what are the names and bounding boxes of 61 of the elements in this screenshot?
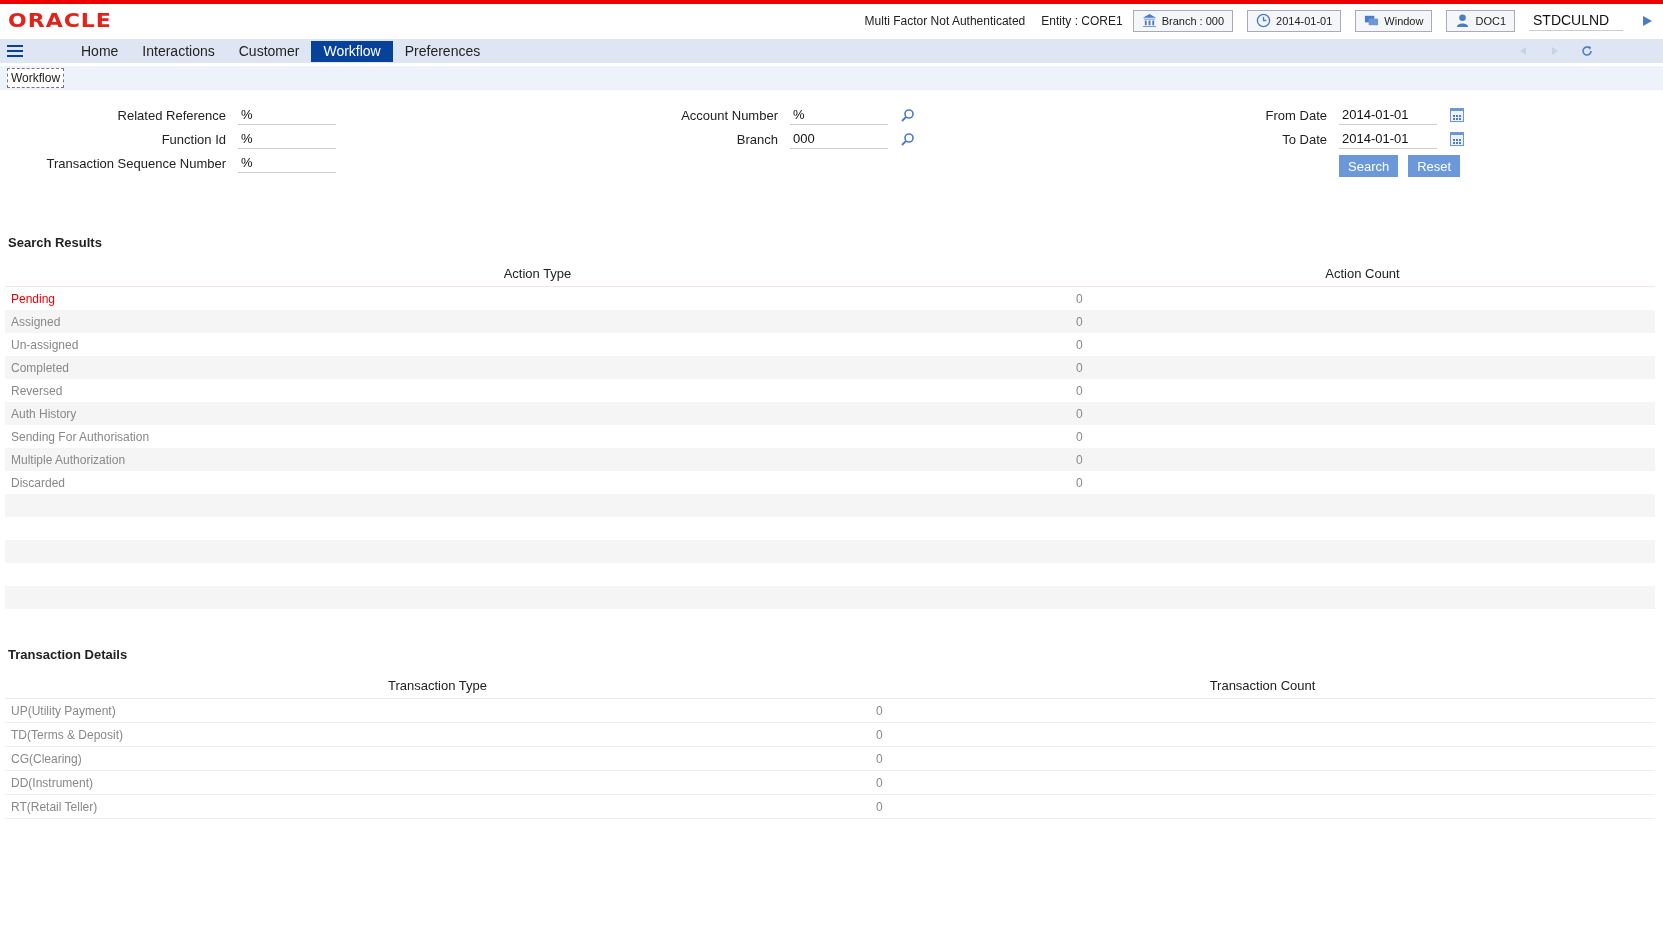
branch-button[interactable]: Branch : 000 <box>1132 9 1234 32</box>
search-icon <box>901 132 915 146</box>
menu-tab[interactable]: Preferences <box>392 40 493 62</box>
windows-icon <box>1364 13 1380 28</box>
calendar-icon <box>1450 108 1464 122</box>
user-icon <box>1455 13 1471 28</box>
table-cell[interactable]: CG(Clearing) <box>5 746 870 771</box>
column-header: Action Count <box>1070 260 1655 287</box>
section-title: Search Results <box>8 235 103 250</box>
menu-icon <box>7 45 23 57</box>
table-cell[interactable]: Un-assigned <box>5 333 1070 356</box>
user-button[interactable]: DOC1 <box>1446 9 1515 32</box>
table-cell: 0 <box>870 770 1655 795</box>
table-cell[interactable]: Pending <box>5 286 1070 310</box>
menu-tab[interactable]: Workflow <box>311 40 393 62</box>
table-cell[interactable]: Reversed <box>5 379 1070 402</box>
search-icon <box>901 108 915 122</box>
table-cell: 0 <box>870 794 1655 819</box>
table-cell[interactable]: DD(Instrument) <box>5 770 870 795</box>
table-cell: 0 <box>1070 425 1655 448</box>
table-cell: 0 <box>1070 448 1655 471</box>
field-label: Account Number <box>680 107 778 123</box>
table-cell[interactable]: UP(Utility Payment) <box>5 698 870 723</box>
clock-icon <box>1256 13 1272 28</box>
column-header: Transaction Type <box>5 672 870 699</box>
menu-tab[interactable]: Interactions <box>130 40 227 62</box>
table-cell: 0 <box>1070 286 1655 310</box>
logo: ORACLE <box>8 9 112 32</box>
window-button[interactable]: Window <box>1355 9 1433 32</box>
field-label: To Date <box>1281 131 1327 147</box>
field-label: Transaction Sequence Number <box>45 155 226 171</box>
date-button[interactable]: 2014-01-01 <box>1247 9 1342 32</box>
section-title: Transaction Details <box>8 647 129 662</box>
table-cell: 0 <box>1070 333 1655 356</box>
table-cell[interactable]: TD(Terms & Deposit) <box>5 722 870 747</box>
calendar-icon <box>1450 132 1464 146</box>
table-cell[interactable]: Discarded <box>5 471 1070 494</box>
refresh-icon <box>1581 45 1593 57</box>
table-cell: 0 <box>1070 402 1655 425</box>
field-label: Function Id <box>160 131 226 147</box>
column-header: Transaction Count <box>870 672 1655 699</box>
entity-label: Entity : CORE1 <box>1041 13 1123 28</box>
table-cell: 0 <box>1070 356 1655 379</box>
table-cell: 0 <box>870 746 1655 771</box>
field-label: Related Reference <box>116 107 226 123</box>
table-cell: 0 <box>870 698 1655 723</box>
menu-tab[interactable]: Home <box>69 40 131 62</box>
play-icon <box>1641 14 1653 27</box>
table-cell: 0 <box>1070 310 1655 333</box>
field-label: Branch <box>735 131 778 147</box>
menu-tab[interactable]: Customer <box>226 40 312 62</box>
table-cell[interactable]: RT(Retail Teller) <box>5 794 870 819</box>
table-cell: 0 <box>1070 379 1655 402</box>
bank-icon <box>1141 13 1157 28</box>
table-cell[interactable]: Sending For Authorisation <box>5 425 1070 448</box>
field-label: From Date <box>1264 107 1327 123</box>
table-cell: 0 <box>1070 471 1655 494</box>
table-cell: 0 <box>870 722 1655 747</box>
auth-status: Multi Factor Not Authenticated <box>864 13 1026 28</box>
breadcrumb-tab[interactable]: Workflow <box>7 68 65 88</box>
column-header: Action Type <box>5 260 1070 287</box>
